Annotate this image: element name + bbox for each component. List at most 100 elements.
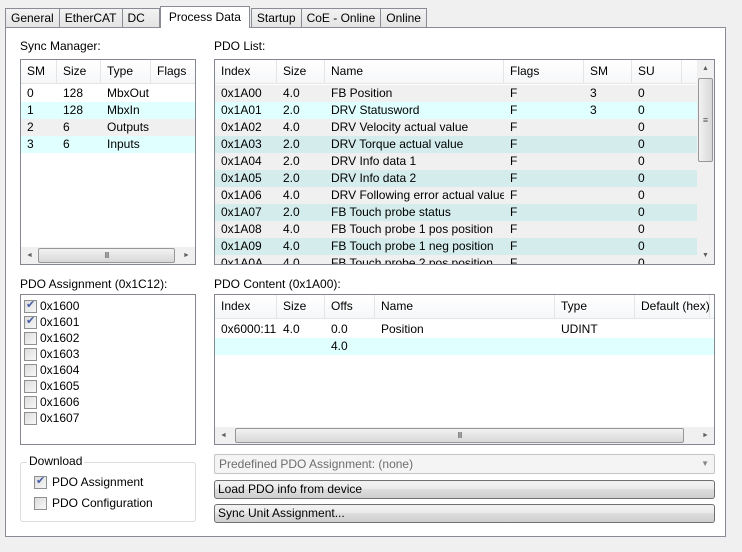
pdo-content-hscrollbar[interactable]: ◄ III ► (215, 427, 714, 444)
pdo-assignment-item[interactable]: 0x1604 (21, 362, 195, 378)
pdo-assignment-item-label: 0x1603 (40, 347, 80, 361)
tab-ethercat[interactable]: EtherCAT (58, 8, 123, 28)
cell-su: 0 (638, 239, 645, 253)
tab-startup[interactable]: Startup (250, 8, 302, 28)
table-row[interactable]: 0 128 MbxOut (21, 85, 195, 102)
cell-size: 2.0 (283, 205, 300, 219)
scroll-thumb[interactable]: III (235, 428, 684, 443)
col-index[interactable]: Index (215, 295, 277, 319)
scroll-left-icon[interactable]: ◄ (215, 427, 232, 444)
checkbox[interactable] (24, 363, 37, 377)
cell-su: 0 (638, 137, 645, 151)
pdo-configuration-checkbox-item[interactable]: PDO Configuration (31, 495, 153, 511)
tab-coe-online[interactable]: CoE - Online (300, 8, 382, 28)
cell-name: FB Touch probe 2 pos position (331, 256, 493, 265)
table-row[interactable]: 4.0 (215, 338, 714, 355)
table-row[interactable]: 0x1A05 2.0 DRV Info data 2 F 0 (215, 170, 697, 187)
checkbox[interactable] (24, 411, 37, 425)
checkbox[interactable] (24, 331, 37, 345)
pdo-assignment-item[interactable]: 0x1603 (21, 346, 195, 362)
cell-type: MbxIn (107, 103, 140, 117)
load-pdo-info-button[interactable]: Load PDO info from device (214, 480, 715, 499)
pdo-assignment-checkbox[interactable] (34, 474, 47, 489)
pdo-content-list[interactable]: Index Size Offs Name Type Default (hex) … (214, 294, 715, 445)
sync-unit-assignment-button[interactable]: Sync Unit Assignment... (214, 504, 715, 523)
checkbox[interactable] (24, 298, 37, 313)
scroll-thumb[interactable]: ≡ (698, 78, 713, 162)
col-type[interactable]: Type (555, 295, 635, 319)
tab-general[interactable]: General (5, 8, 60, 28)
pdo-assignment-checkbox-item[interactable]: PDO Assignment (31, 474, 143, 490)
cell-offs: 4.0 (331, 339, 348, 353)
col-flags[interactable]: Flags (151, 60, 195, 84)
pdo-assignment-item[interactable]: 0x1600 (21, 298, 195, 314)
table-row[interactable]: 1 128 MbxIn (21, 102, 195, 119)
pdo-assignment-item[interactable]: 0x1602 (21, 330, 195, 346)
pdo-list-vscrollbar[interactable]: ▲ ≡ ▼ (697, 60, 714, 264)
col-sm[interactable]: SM (584, 60, 632, 84)
col-name[interactable]: Name (325, 60, 504, 84)
pdo-assignment-item[interactable]: 0x1606 (21, 394, 195, 410)
col-offs[interactable]: Offs (325, 295, 375, 319)
col-flags[interactable]: Flags (504, 60, 584, 84)
tab-dc[interactable]: DC (121, 8, 160, 28)
col-default[interactable]: Default (hex) (635, 295, 710, 319)
table-row[interactable]: 3 6 Inputs (21, 136, 195, 153)
table-row[interactable]: 0x1A01 2.0 DRV Statusword F 3 0 (215, 102, 697, 119)
cell-index: 0x1A08 (221, 222, 262, 236)
col-sm[interactable]: SM (21, 60, 57, 84)
col-type[interactable]: Type (101, 60, 151, 84)
table-row[interactable]: 0x1A06 4.0 DRV Following error actual valu… (215, 187, 697, 204)
cell-flags (151, 119, 195, 136)
sync-manager-rows: 0 128 MbxOut 1 128 MbxIn 2 6 Outputs 3 6 Inputs (21, 85, 195, 153)
cell-index: 0x1A01 (221, 103, 262, 117)
sync-manager-list[interactable]: SM Size Type Flags 0 128 MbxOut 1 128 MbxIn 2 6… (20, 59, 196, 265)
pdo-configuration-checkbox[interactable] (34, 496, 47, 510)
grip-icon: III (457, 431, 463, 440)
scroll-up-icon[interactable]: ▲ (697, 60, 714, 77)
col-index[interactable]: Index (215, 60, 277, 84)
pdo-assignment-item[interactable]: 0x1605 (21, 378, 195, 394)
cell-index: 0x1A00 (221, 86, 262, 100)
pdo-assignment-label: PDO Assignment (0x1C12): (20, 277, 168, 291)
scroll-right-icon[interactable]: ► (178, 247, 195, 264)
scroll-thumb[interactable]: III (38, 248, 175, 263)
table-row[interactable]: 0x6000:11 4.0 0.0 Position UDINT (215, 321, 714, 338)
tab-process-data[interactable]: Process Data (159, 6, 250, 28)
cell-sm (584, 153, 632, 170)
pdo-assignment-item[interactable]: 0x1601 (21, 314, 195, 330)
col-size[interactable]: Size (277, 295, 325, 319)
cell-su: 0 (638, 205, 645, 219)
checkbox[interactable] (24, 379, 37, 393)
pdo-assignment-list[interactable]: 0x1600 0x1601 0x1602 0x1603 0x1604 0x1605 0x16… (20, 294, 196, 445)
cell-index (215, 338, 277, 355)
table-row[interactable]: 0x1A02 4.0 DRV Velocity actual value F 0 (215, 119, 697, 136)
checkbox[interactable] (24, 347, 37, 361)
checkbox[interactable] (24, 314, 37, 329)
download-group-title: Download (27, 454, 85, 468)
scroll-left-icon[interactable]: ◄ (21, 247, 38, 264)
table-row[interactable]: 0x1A07 2.0 FB Touch probe status F 0 (215, 204, 697, 221)
table-row[interactable]: 0x1A00 4.0 FB Position F 3 0 (215, 85, 697, 102)
table-row[interactable]: 0x1A03 2.0 DRV Torque actual value F 0 (215, 136, 697, 153)
table-row[interactable]: 0x1A09 4.0 FB Touch probe 1 neg position F 0 (215, 238, 697, 255)
col-size[interactable]: Size (57, 60, 101, 84)
tab-online[interactable]: Online (380, 8, 427, 28)
table-row[interactable]: 0x1A08 4.0 FB Touch probe 1 pos position F 0 (215, 221, 697, 238)
table-row[interactable]: 2 6 Outputs (21, 119, 195, 136)
col-su[interactable]: SU (632, 60, 682, 84)
scroll-down-icon[interactable]: ▼ (697, 247, 714, 264)
sync-manager-hscrollbar[interactable]: ◄ III ► (21, 247, 195, 264)
col-size[interactable]: Size (277, 60, 325, 84)
pdo-assignment-item[interactable]: 0x1607 (21, 410, 195, 426)
pdo-content-header: Index Size Offs Name Type Default (hex) (215, 295, 714, 319)
col-name[interactable]: Name (375, 295, 555, 319)
predefined-pdo-assignment-combo[interactable]: Predefined PDO Assignment: (none) ▼ (214, 454, 715, 474)
pdo-list[interactable]: Index Size Name Flags SM SU 0x1A00 4.0 FB … (214, 59, 715, 265)
cell-index: 0x6000:11 (221, 322, 277, 336)
table-row[interactable]: 0x1A04 2.0 DRV Info data 1 F 0 (215, 153, 697, 170)
scroll-right-icon[interactable]: ► (697, 427, 714, 444)
checkbox[interactable] (24, 395, 37, 409)
grip-icon: ≡ (702, 115, 709, 125)
table-row[interactable]: 0x1A0A 4.0 FB Touch probe 2 pos position F 0 (215, 255, 697, 265)
